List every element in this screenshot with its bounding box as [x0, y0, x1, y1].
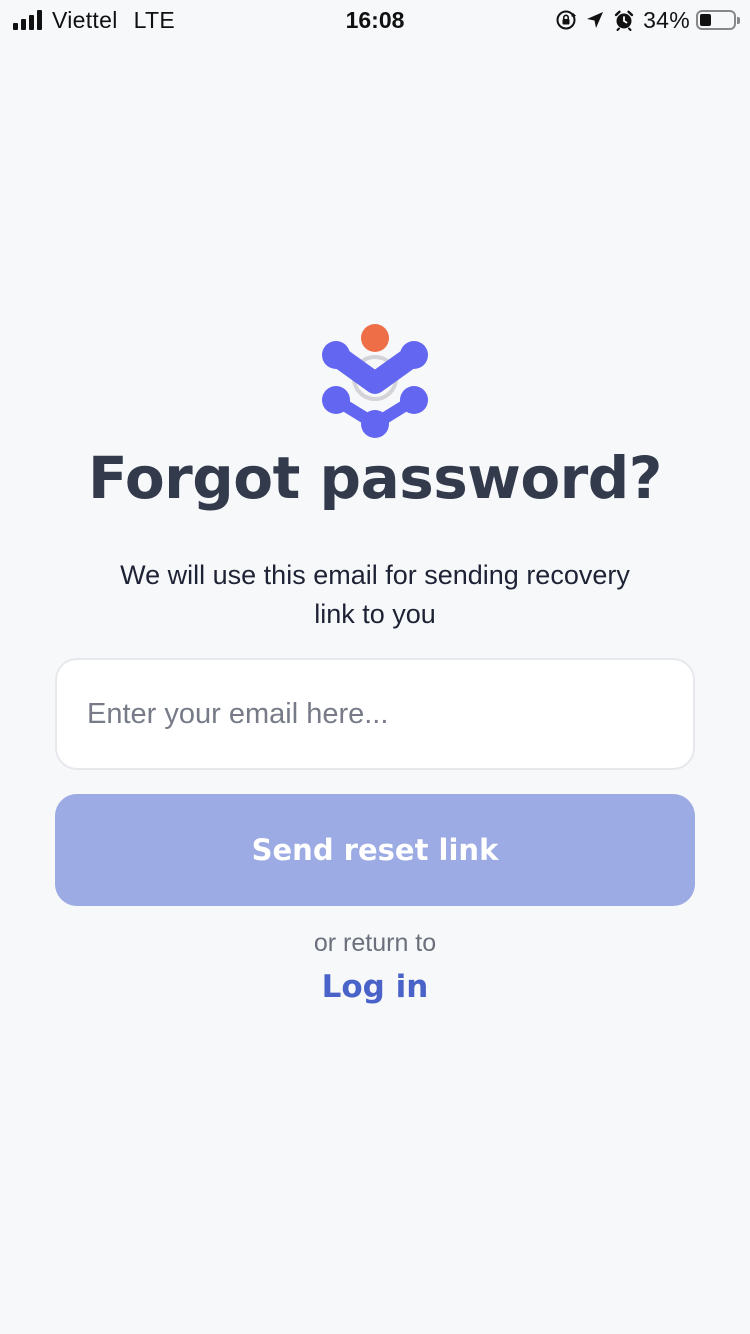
location-arrow-icon	[585, 10, 605, 30]
brand-logo-icon	[318, 318, 432, 442]
battery-cap	[737, 17, 740, 24]
battery-percentage: 34%	[643, 6, 690, 33]
send-reset-link-button[interactable]: Send reset link	[55, 794, 695, 906]
alarm-clock-icon	[613, 9, 635, 31]
page-title: Forgot password?	[88, 444, 662, 512]
status-bar-right: 34%	[555, 6, 740, 34]
return-text: or return to	[313, 929, 437, 957]
orientation-lock-icon	[555, 9, 577, 31]
battery-icon	[696, 10, 740, 30]
battery-level-fill	[700, 14, 711, 26]
login-link[interactable]: Log in	[0, 965, 750, 1009]
status-bar: Viettel LTE 16:08 34%	[0, 0, 750, 40]
page-subtitle: We will use this email for sending recov…	[120, 560, 630, 629]
email-field[interactable]	[55, 658, 695, 770]
